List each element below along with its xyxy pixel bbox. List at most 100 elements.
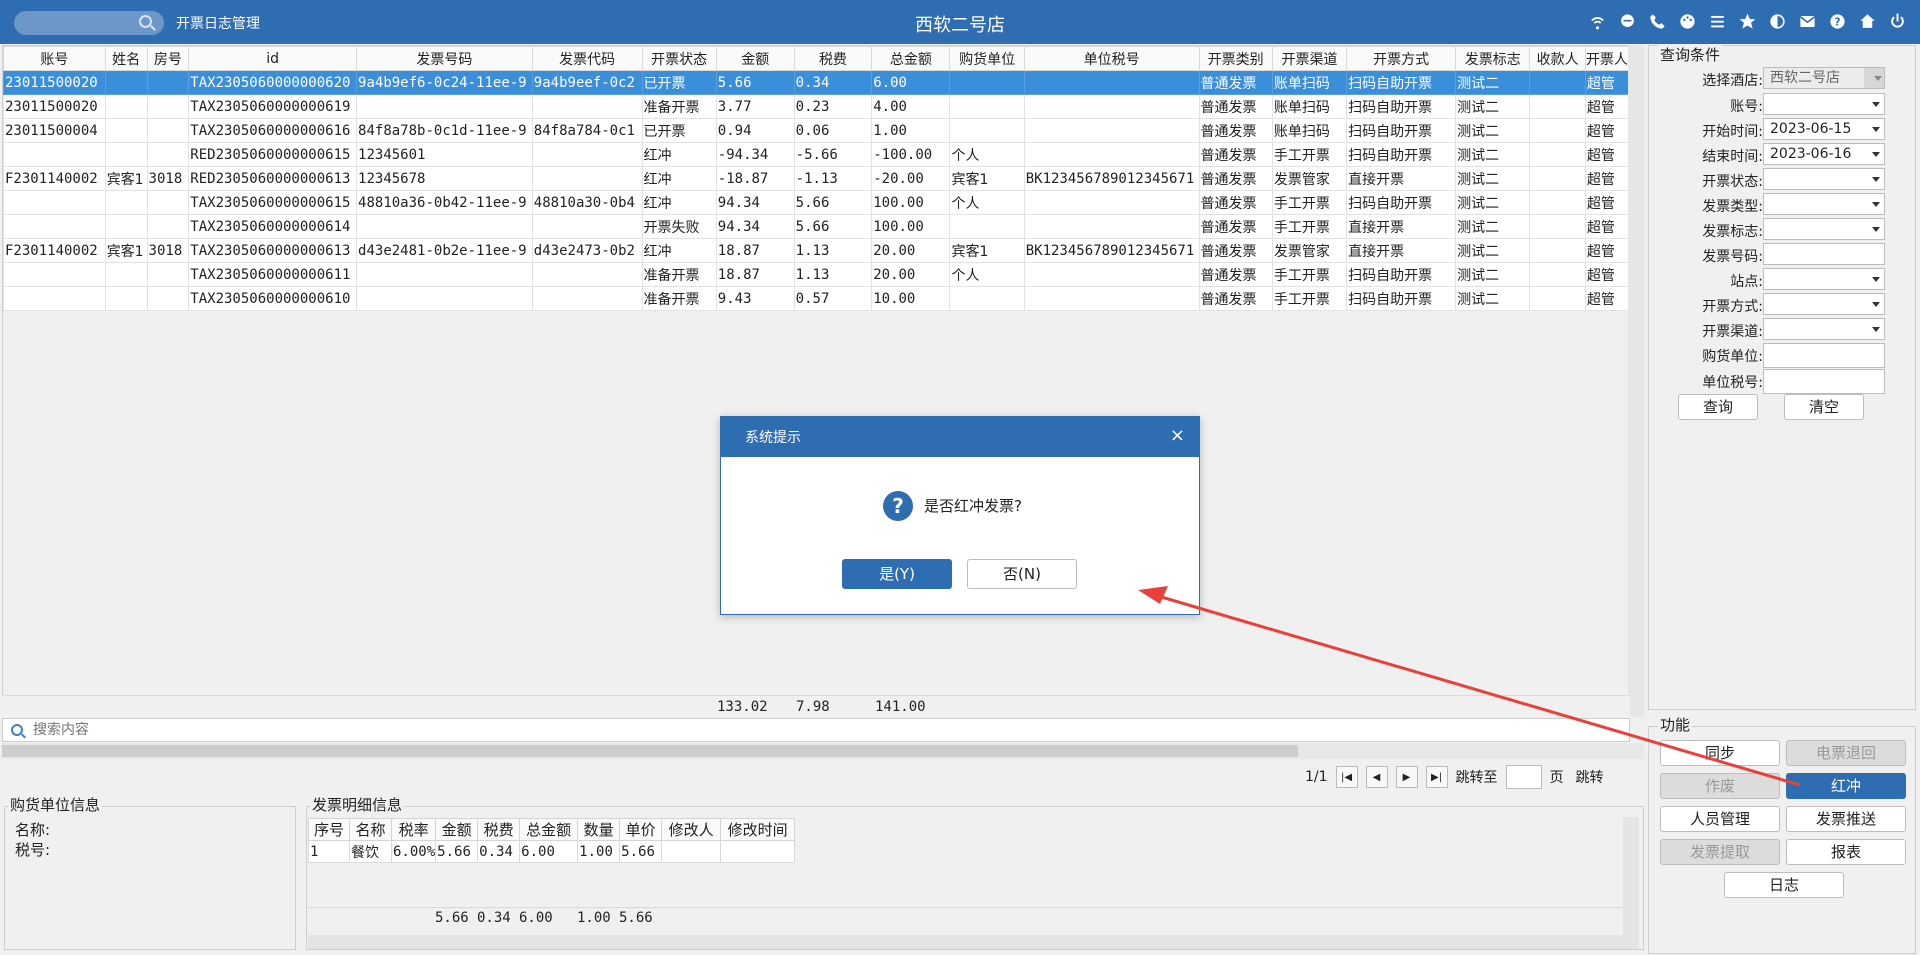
table-cell[interactable]: 23011500004 [3, 118, 106, 143]
table-cell[interactable]: 100.00 [871, 214, 951, 239]
table-cell[interactable]: TAX2305060000000610 [188, 286, 358, 311]
void-button[interactable]: 作废 [1660, 773, 1780, 799]
detail-table-cell[interactable] [720, 840, 796, 863]
detail-column-header[interactable]: 税费 [477, 818, 521, 841]
table-cell[interactable]: 48810a36-0b42-11ee-9 [356, 190, 533, 215]
table-cell[interactable]: 普通发票 [1198, 190, 1273, 215]
table-cell[interactable]: 超管 [1584, 214, 1630, 239]
column-header[interactable]: 开票人 [1584, 46, 1630, 71]
table-cell[interactable]: 1.13 [793, 262, 873, 287]
help-icon[interactable]: ? [1826, 10, 1848, 32]
table-cell[interactable]: 超管 [1584, 286, 1630, 311]
invoice-push-button[interactable]: 发票推送 [1786, 806, 1906, 832]
invoice-extract-button[interactable]: 发票提取 [1660, 839, 1780, 865]
table-cell[interactable]: 6.00 [871, 70, 951, 95]
detail-table-cell[interactable]: 5.66 [619, 840, 663, 863]
table-cell[interactable]: 3018 [146, 166, 190, 191]
table-cell[interactable]: TAX2305060000000619 [188, 94, 358, 119]
table-cell[interactable] [3, 286, 106, 311]
table-cell[interactable] [3, 142, 106, 167]
table-cell[interactable] [1529, 286, 1586, 311]
detail-table-cell[interactable]: 0.34 [477, 840, 521, 863]
table-cell[interactable]: F2301140002 [3, 238, 106, 263]
table-cell[interactable]: 超管 [1584, 262, 1630, 287]
table-cell[interactable]: 普通发票 [1198, 166, 1273, 191]
table-cell[interactable]: 扫码自助开票 [1346, 118, 1457, 143]
column-header[interactable]: 发票代码 [531, 46, 643, 71]
next-page-button[interactable]: ▶ [1395, 766, 1418, 788]
column-header[interactable]: 单位税号 [1023, 46, 1200, 71]
table-cell[interactable] [146, 142, 190, 167]
table-cell[interactable]: 手工开票 [1271, 190, 1348, 215]
grid-search-input[interactable] [33, 721, 1613, 739]
table-cell[interactable]: 发票管家 [1271, 238, 1348, 263]
table-cell[interactable]: 12345678 [356, 166, 533, 191]
table-cell[interactable] [146, 70, 190, 95]
column-header[interactable]: 姓名 [104, 46, 148, 71]
detail-vertical-scrollbar[interactable] [1623, 817, 1639, 935]
table-cell[interactable]: 5.66 [793, 214, 873, 239]
table-cell[interactable]: -5.66 [793, 142, 873, 167]
table-cell[interactable]: 12345601 [356, 142, 533, 167]
table-cell[interactable]: 超管 [1584, 238, 1630, 263]
sync-button[interactable]: 同步 [1660, 740, 1780, 766]
table-cell[interactable] [104, 142, 148, 167]
buyer-input[interactable] [1763, 343, 1885, 368]
table-cell[interactable]: 18.87 [715, 238, 795, 263]
table-row[interactable]: 23011500020 TAX2305060000000619 准备开票 3.77 0.… [3, 94, 1630, 119]
table-cell[interactable]: d43e2481-0b2e-11ee-9 [356, 238, 533, 263]
table-cell[interactable] [1529, 214, 1586, 239]
channel-select[interactable] [1763, 318, 1885, 340]
table-cell[interactable] [3, 214, 106, 239]
table-cell[interactable]: 红冲 [641, 190, 717, 215]
table-cell[interactable]: 个人 [949, 262, 1025, 287]
red-flush-button[interactable]: 红冲 [1786, 773, 1906, 799]
table-cell[interactable]: 直接开票 [1346, 166, 1457, 191]
table-cell[interactable]: 测试二 [1455, 166, 1531, 191]
table-cell[interactable]: 宾客1 [104, 238, 148, 263]
table-cell[interactable] [531, 262, 643, 287]
palette-icon[interactable] [1676, 10, 1698, 32]
table-cell[interactable]: 9a4b9ef6-0c24-11ee-9 [356, 70, 533, 95]
table-cell[interactable]: -18.87 [715, 166, 795, 191]
end-time-picker[interactable]: 2023-06-16 [1763, 143, 1885, 165]
type-select[interactable] [1763, 193, 1885, 215]
global-search-box[interactable] [14, 11, 164, 35]
table-cell[interactable]: 0.94 [715, 118, 795, 143]
table-cell[interactable]: 发票管家 [1271, 166, 1348, 191]
home-icon[interactable] [1856, 10, 1878, 32]
table-cell[interactable]: 普通发票 [1198, 142, 1273, 167]
table-cell[interactable] [1529, 142, 1586, 167]
column-header[interactable]: 购货单位 [949, 46, 1025, 71]
table-cell[interactable]: 直接开票 [1346, 214, 1457, 239]
table-cell[interactable]: 94.34 [715, 214, 795, 239]
no-button[interactable]: 否(N) [967, 559, 1077, 589]
flag-select[interactable] [1763, 218, 1885, 240]
table-cell[interactable]: 0.23 [793, 94, 873, 119]
table-cell[interactable]: F2301140002 [3, 166, 106, 191]
table-row[interactable]: 23011500004 TAX2305060000000616 84f8a78b-0… [3, 118, 1630, 143]
table-row[interactable]: TAX2305060000000614 开票失败 94.34 5.66 100.00 普通… [3, 214, 1630, 239]
table-cell[interactable]: 开票失败 [641, 214, 717, 239]
table-cell[interactable] [531, 142, 643, 167]
column-header[interactable]: 总金额 [871, 46, 951, 71]
table-cell[interactable] [1023, 70, 1200, 95]
detail-column-header[interactable]: 修改人 [661, 818, 722, 841]
table-cell[interactable] [1023, 262, 1200, 287]
table-cell[interactable] [1529, 238, 1586, 263]
table-cell[interactable]: 1.00 [871, 118, 951, 143]
table-cell[interactable]: 手工开票 [1271, 262, 1348, 287]
detail-column-header[interactable]: 单价 [619, 818, 663, 841]
table-cell[interactable]: 直接开票 [1346, 238, 1457, 263]
table-cell[interactable]: 84f8a78b-0c1d-11ee-9 [356, 118, 533, 143]
column-header[interactable]: 账号 [3, 46, 106, 71]
table-cell[interactable]: 测试二 [1455, 94, 1531, 119]
table-cell[interactable]: 普通发票 [1198, 118, 1273, 143]
table-cell[interactable]: 准备开票 [641, 94, 717, 119]
table-cell[interactable]: -94.34 [715, 142, 795, 167]
detail-table-cell[interactable]: 1.00 [577, 840, 621, 863]
table-cell[interactable]: 5.66 [715, 70, 795, 95]
account-select[interactable] [1763, 93, 1885, 115]
table-cell[interactable]: -20.00 [871, 166, 951, 191]
table-cell[interactable]: 账单扫码 [1271, 70, 1348, 95]
